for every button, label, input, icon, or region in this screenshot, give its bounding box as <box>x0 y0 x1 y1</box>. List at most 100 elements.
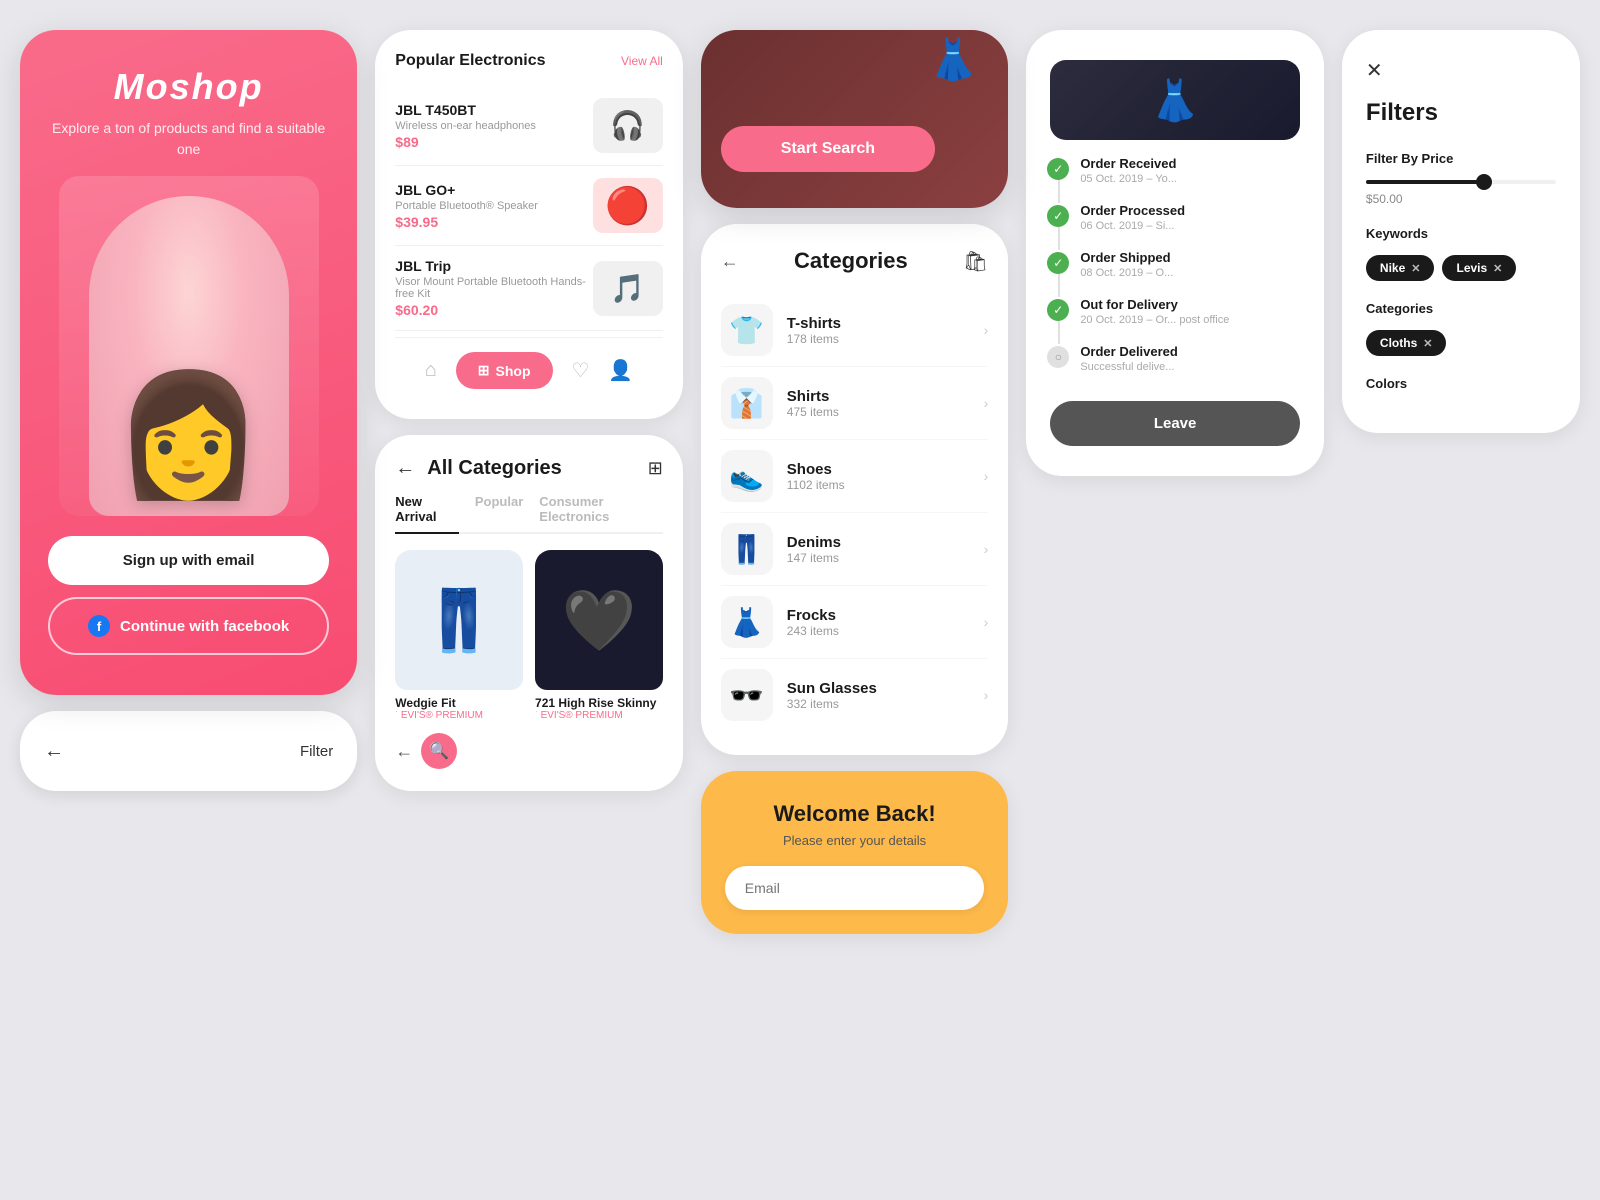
product-card-name: 721 High Rise Skinny <box>535 696 663 710</box>
category-info: Shoes 1102 items <box>787 461 984 492</box>
filter-button[interactable]: Filter <box>300 743 333 760</box>
product-item[interactable]: JBL Trip Visor Mount Portable Bluetooth … <box>395 246 663 331</box>
timeline-step-label: Order Shipped <box>1080 250 1173 265</box>
keyword-tag-levis[interactable]: Levis ✕ <box>1442 255 1516 281</box>
home-icon[interactable]: ⌂ <box>425 359 437 382</box>
category-item-sunglasses[interactable]: 🕶️ Sun Glasses 332 items › <box>721 659 989 731</box>
facebook-button[interactable]: f Continue with facebook <box>48 597 329 655</box>
search-top-card: 👗 Start Search <box>701 30 1009 208</box>
category-item-tshirts[interactable]: 👕 T-shirts 178 items › <box>721 294 989 367</box>
cart-icon[interactable]: 🛍 <box>963 249 988 274</box>
column-2: Popular Electronics View All JBL T450BT … <box>375 20 683 791</box>
category-info: Denims 147 items <box>787 534 984 565</box>
timeline-step-label: Out for Delivery <box>1080 297 1229 312</box>
product-card-brand: LEVI'S® PREMIUM <box>535 710 663 721</box>
timeline-content: Out for Delivery 20 Oct. 2019 – Or... po… <box>1080 297 1229 326</box>
column-1: Moshop Explore a ton of products and fin… <box>20 20 357 791</box>
product-card[interactable]: 👖 Wedgie Fit LEVI'S® PREMIUM <box>395 550 523 721</box>
colors-filter-title: Colors <box>1366 376 1556 391</box>
categories-filter-section: Categories Cloths ✕ <box>1366 301 1556 356</box>
timeline-item-received: ✓ Order Received 05 Oct. 2019 – Yo... <box>1070 156 1300 185</box>
category-item-shoes[interactable]: 👟 Shoes 1102 items › <box>721 440 989 513</box>
hero-image <box>59 176 319 516</box>
price-slider-thumb[interactable] <box>1476 174 1492 190</box>
close-icon[interactable]: ✕ <box>1366 58 1556 83</box>
category-thumb: 👕 <box>721 304 773 356</box>
category-name: Denims <box>787 534 984 551</box>
chevron-right-icon: › <box>984 687 989 703</box>
category-info: T-shirts 178 items <box>787 315 984 346</box>
timeline-step-date: Successful delive... <box>1080 361 1178 373</box>
product-price: $39.95 <box>395 214 593 230</box>
timeline-content: Order Processed 06 Oct. 2019 – Si... <box>1080 203 1185 232</box>
email-input[interactable] <box>725 866 985 910</box>
category-count: 475 items <box>787 405 984 419</box>
category-thumb: 👖 <box>721 523 773 575</box>
bottom-nav: ⌂ ⊞ Shop ♡ 👤 <box>395 337 663 403</box>
electronics-title: Popular Electronics <box>395 52 545 70</box>
view-all-link[interactable]: View All <box>621 54 663 68</box>
price-slider[interactable] <box>1366 180 1556 184</box>
timeline-item-delivered: ○ Order Delivered Successful delive... <box>1070 344 1300 373</box>
order-timeline: ✓ Order Received 05 Oct. 2019 – Yo... ✓ … <box>1050 156 1300 373</box>
user-icon[interactable]: 👤 <box>608 358 633 383</box>
remove-category-icon[interactable]: ✕ <box>1423 337 1432 350</box>
moshop-signup-card: Moshop Explore a ton of products and fin… <box>20 30 357 695</box>
category-item-denims[interactable]: 👖 Denims 147 items › <box>721 513 989 586</box>
search-icon[interactable]: 🔍 <box>421 733 457 769</box>
products-grid: 👖 Wedgie Fit LEVI'S® PREMIUM 🖤 721 High … <box>395 550 663 721</box>
heart-icon[interactable]: ♡ <box>571 358 589 383</box>
timeline-step-date: 05 Oct. 2019 – Yo... <box>1080 173 1177 185</box>
price-slider-wrap <box>1366 180 1556 184</box>
keywords-tags: Nike ✕ Levis ✕ <box>1366 255 1556 281</box>
category-thumb: 👔 <box>721 377 773 429</box>
category-name: Frocks <box>787 607 984 624</box>
shop-nav-button[interactable]: ⊞ Shop <box>456 352 553 389</box>
column-4: 👗 ✓ Order Received 05 Oct. 2019 – Yo... … <box>1026 20 1324 492</box>
back-arrow-icon[interactable]: ← <box>395 741 413 762</box>
category-item-frocks[interactable]: 👗 Frocks 243 items › <box>721 586 989 659</box>
price-value-label: $50.00 <box>1366 192 1556 206</box>
grid-nav-icon: ⊞ <box>478 362 490 379</box>
order-tracking-card: 👗 ✓ Order Received 05 Oct. 2019 – Yo... … <box>1026 30 1324 476</box>
categories-title: Categories <box>794 248 908 274</box>
tab-popular[interactable]: Popular <box>475 494 523 532</box>
product-card-image: 👖 <box>395 550 523 690</box>
start-search-button[interactable]: Start Search <box>721 126 935 172</box>
categories-tags: Cloths ✕ <box>1366 330 1556 356</box>
timeline-item-delivery: ✓ Out for Delivery 20 Oct. 2019 – Or... … <box>1070 297 1300 326</box>
product-desc: Portable Bluetooth® Speaker <box>395 200 593 212</box>
tab-consumer-electronics[interactable]: Consumer Electronics <box>539 494 663 532</box>
search-product-preview: 👗 <box>721 46 989 106</box>
filters-card: ✕ Filters Filter By Price $50.00 Keyword… <box>1342 30 1580 433</box>
shop-label: Shop <box>496 363 531 379</box>
keyword-tag-nike[interactable]: Nike ✕ <box>1366 255 1435 281</box>
signup-email-button[interactable]: Sign up with email <box>48 536 329 585</box>
category-item-shirts[interactable]: 👔 Shirts 475 items › <box>721 367 989 440</box>
category-tag-cloths[interactable]: Cloths ✕ <box>1366 330 1447 356</box>
category-thumb: 👟 <box>721 450 773 502</box>
category-name: T-shirts <box>787 315 984 332</box>
category-thumb: 👗 <box>721 596 773 648</box>
tab-new-arrival[interactable]: New Arrival <box>395 494 459 534</box>
category-thumb: 🕶️ <box>721 669 773 721</box>
product-desc: Wireless on-ear headphones <box>395 120 593 132</box>
product-name: JBL GO+ <box>395 182 593 198</box>
product-item[interactable]: JBL T450BT Wireless on-ear headphones $8… <box>395 86 663 166</box>
remove-keyword-icon[interactable]: ✕ <box>1411 262 1420 275</box>
back-arrow-icon[interactable]: ← <box>395 457 415 480</box>
column-5: ✕ Filters Filter By Price $50.00 Keyword… <box>1342 20 1580 433</box>
grid-layout-icon[interactable]: ⊞ <box>648 458 663 479</box>
category-label: Cloths <box>1380 336 1417 350</box>
remove-keyword-icon[interactable]: ✕ <box>1493 262 1502 275</box>
product-item[interactable]: JBL GO+ Portable Bluetooth® Speaker $39.… <box>395 166 663 246</box>
leave-button[interactable]: Leave <box>1050 401 1300 446</box>
electronics-card: Popular Electronics View All JBL T450BT … <box>375 30 683 419</box>
product-image: 🎧 <box>593 98 663 153</box>
back-arrow-icon[interactable]: ← <box>721 251 739 272</box>
back-arrow-icon[interactable]: ← <box>44 740 64 763</box>
price-slider-fill <box>1366 180 1480 184</box>
category-info: Frocks 243 items <box>787 607 984 638</box>
product-card[interactable]: 🖤 721 High Rise Skinny LEVI'S® PREMIUM <box>535 550 663 721</box>
product-card-image: 🖤 <box>535 550 663 690</box>
